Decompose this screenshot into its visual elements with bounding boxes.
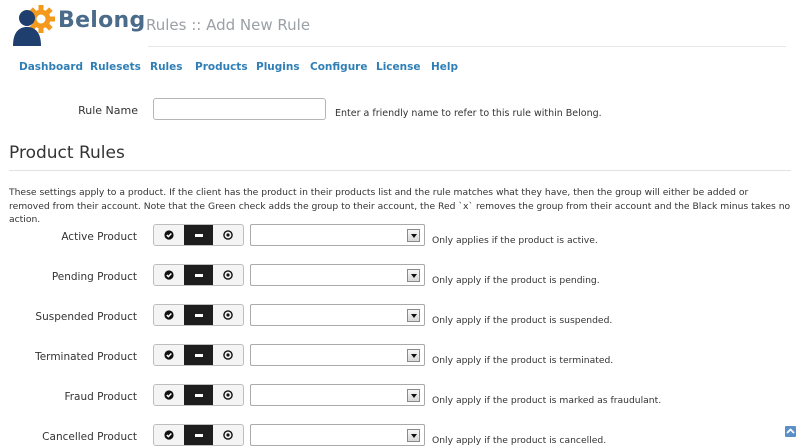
minus-icon <box>194 313 203 317</box>
x-circle-icon <box>223 430 233 440</box>
nav-products[interactable]: Products <box>195 61 248 73</box>
brand-name: Belong <box>58 8 146 33</box>
minus-icon <box>194 233 203 237</box>
remove-group-button[interactable] <box>213 425 243 445</box>
chevron-down-icon[interactable] <box>407 309 420 322</box>
add-group-button[interactable] <box>154 425 184 445</box>
add-group-button[interactable] <box>154 225 184 245</box>
belong-logo-icon <box>13 5 55 46</box>
x-circle-icon <box>223 390 233 400</box>
minus-icon <box>194 273 203 277</box>
product-rule-note: Only applies if the product is active. <box>432 235 598 246</box>
nav-dashboard[interactable]: Dashboard <box>19 61 83 73</box>
chevron-down-icon[interactable] <box>407 349 420 362</box>
section-divider <box>9 170 791 171</box>
check-circle-icon <box>164 310 174 320</box>
product-rules-heading: Product Rules <box>9 143 125 163</box>
add-group-button[interactable] <box>154 305 184 325</box>
action-toggle-group <box>153 384 244 406</box>
product-select[interactable] <box>250 344 425 366</box>
product-rule-row: Active Product Only applies if the produc… <box>0 224 800 248</box>
main-nav: Dashboard Rulesets Rules Products Plugin… <box>0 61 800 77</box>
action-toggle-group <box>153 304 244 326</box>
add-group-button[interactable] <box>154 265 184 285</box>
chevron-down-icon[interactable] <box>407 269 420 282</box>
nav-configure[interactable]: Configure <box>310 61 367 73</box>
remove-group-button[interactable] <box>213 225 243 245</box>
check-circle-icon <box>164 350 174 360</box>
product-select[interactable] <box>250 304 425 326</box>
minus-icon <box>194 433 203 437</box>
check-circle-icon <box>164 430 174 440</box>
header-divider <box>148 46 786 47</box>
chevron-down-icon[interactable] <box>407 229 420 242</box>
scroll-to-top-icon[interactable] <box>785 426 796 437</box>
app-header: Belong Rules :: Add New Rule <box>0 0 800 52</box>
page-title: Rules :: Add New Rule <box>146 16 311 34</box>
remove-group-button[interactable] <box>213 265 243 285</box>
product-rule-row: Cancelled Product Only apply if the produ… <box>0 424 800 448</box>
nav-license[interactable]: License <box>376 61 420 73</box>
remove-group-button[interactable] <box>213 385 243 405</box>
product-rule-note: Only apply if the product is pending. <box>432 275 600 286</box>
x-circle-icon <box>223 310 233 320</box>
chevron-down-icon[interactable] <box>407 389 420 402</box>
product-rule-note: Only apply if the product is marked as f… <box>432 395 662 406</box>
product-rule-label: Pending Product <box>51 271 137 283</box>
product-rule-note: Only apply if the product is terminated. <box>432 355 614 366</box>
x-circle-icon <box>223 230 233 240</box>
no-action-button[interactable] <box>183 425 214 445</box>
remove-group-button[interactable] <box>213 305 243 325</box>
action-toggle-group <box>153 424 244 446</box>
add-group-button[interactable] <box>154 345 184 365</box>
no-action-button[interactable] <box>183 385 214 405</box>
product-rule-label: Terminated Product <box>35 351 137 363</box>
product-select[interactable] <box>250 424 425 446</box>
x-circle-icon <box>223 270 233 280</box>
product-rule-row: Suspended Product Only apply if the produ… <box>0 304 800 328</box>
action-toggle-group <box>153 224 244 246</box>
check-circle-icon <box>164 230 174 240</box>
add-group-button[interactable] <box>154 385 184 405</box>
remove-group-button[interactable] <box>213 345 243 365</box>
product-rule-row: Pending Product Only apply if the product… <box>0 264 800 288</box>
nav-rules[interactable]: Rules <box>150 61 183 73</box>
no-action-button[interactable] <box>183 265 214 285</box>
product-rule-row: Terminated Product Only apply if the prod… <box>0 344 800 368</box>
product-select[interactable] <box>250 384 425 406</box>
no-action-button[interactable] <box>183 225 214 245</box>
nav-rulesets[interactable]: Rulesets <box>90 61 141 73</box>
rule-name-label: Rule Name <box>78 104 138 117</box>
product-rule-row: Fraud Product Only apply if the product i… <box>0 384 800 408</box>
nav-help[interactable]: Help <box>431 61 458 73</box>
nav-plugins[interactable]: Plugins <box>256 61 300 73</box>
no-action-button[interactable] <box>183 305 214 325</box>
x-circle-icon <box>223 350 233 360</box>
minus-icon <box>194 393 203 397</box>
rule-name-input[interactable] <box>153 98 326 120</box>
minus-icon <box>194 353 203 357</box>
action-toggle-group <box>153 264 244 286</box>
no-action-button[interactable] <box>183 345 214 365</box>
check-circle-icon <box>164 270 174 280</box>
product-rule-label: Cancelled Product <box>42 431 137 443</box>
product-rule-label: Active Product <box>61 231 137 243</box>
chevron-down-icon[interactable] <box>407 429 420 442</box>
product-rule-label: Suspended Product <box>35 311 137 323</box>
product-select[interactable] <box>250 224 425 246</box>
product-rule-note: Only apply if the product is suspended. <box>432 315 613 326</box>
product-rules-description: These settings apply to a product. If th… <box>9 187 791 225</box>
action-toggle-group <box>153 344 244 366</box>
product-select[interactable] <box>250 264 425 286</box>
rule-name-hint: Enter a friendly name to refer to this r… <box>335 108 602 119</box>
product-rule-label: Fraud Product <box>64 391 137 403</box>
check-circle-icon <box>164 390 174 400</box>
